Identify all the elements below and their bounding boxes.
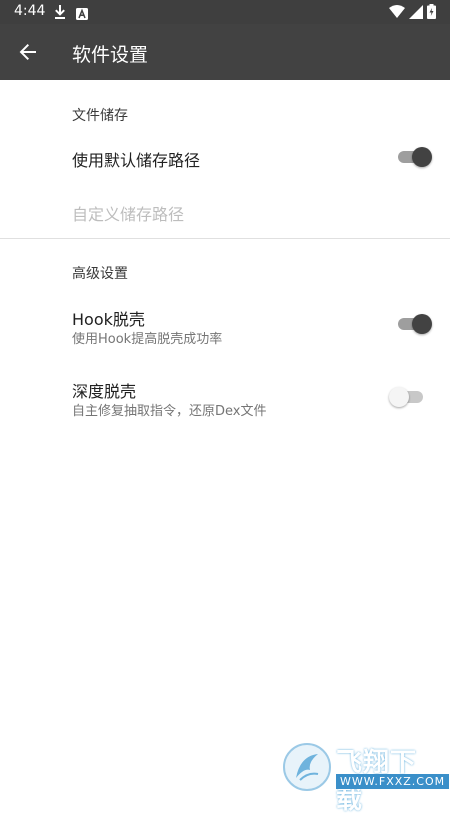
- battery-icon: [427, 4, 436, 23]
- use-default-path-switch[interactable]: [396, 145, 432, 169]
- section-divider: [0, 238, 450, 239]
- watermark-logo-icon: [283, 743, 331, 791]
- pref-hook-unpack[interactable]: Hook脱壳 使用Hook提高脱壳成功率: [0, 296, 450, 356]
- switch-thumb: [389, 387, 409, 407]
- status-bar: 4:44: [0, 0, 450, 24]
- pref-deep-unpack[interactable]: 深度脱壳 自主修复抽取指令，还原Dex文件: [0, 368, 450, 428]
- hook-unpack-switch[interactable]: [396, 312, 432, 336]
- pref-custom-path-title: 自定义储存路径: [72, 205, 185, 224]
- category-advanced-header: 高级设置: [72, 266, 128, 282]
- watermark: 飞翔下载 WWW.FXXZ.COM: [282, 740, 450, 815]
- status-time: 4:44: [14, 3, 46, 19]
- category-storage-header: 文件储存: [72, 108, 128, 124]
- pref-custom-path: 自定义储存路径: [0, 186, 450, 236]
- pref-hook-unpack-title: Hook脱壳: [72, 310, 145, 329]
- app-toolbar: 软件设置: [0, 24, 450, 80]
- arrow-back-icon[interactable]: [14, 38, 42, 66]
- signal-icon: [409, 4, 423, 23]
- pref-deep-unpack-title: 深度脱壳: [72, 382, 137, 401]
- switch-thumb: [412, 314, 432, 334]
- wifi-icon: [389, 4, 405, 23]
- download-icon: [54, 4, 66, 23]
- pref-deep-unpack-summary: 自主修复抽取指令，还原Dex文件: [72, 404, 267, 419]
- pref-use-default-path-title: 使用默认储存路径: [72, 151, 201, 170]
- pref-hook-unpack-summary: 使用Hook提高脱壳成功率: [72, 332, 223, 347]
- status-icons: [389, 4, 436, 23]
- a-icon: [76, 5, 88, 24]
- deep-unpack-switch[interactable]: [389, 385, 425, 409]
- switch-thumb: [412, 147, 432, 167]
- pref-use-default-path[interactable]: 使用默认储存路径: [0, 130, 450, 186]
- page-title: 软件设置: [72, 44, 149, 66]
- back-button[interactable]: [14, 38, 42, 66]
- watermark-url: WWW.FXXZ.COM: [336, 774, 450, 789]
